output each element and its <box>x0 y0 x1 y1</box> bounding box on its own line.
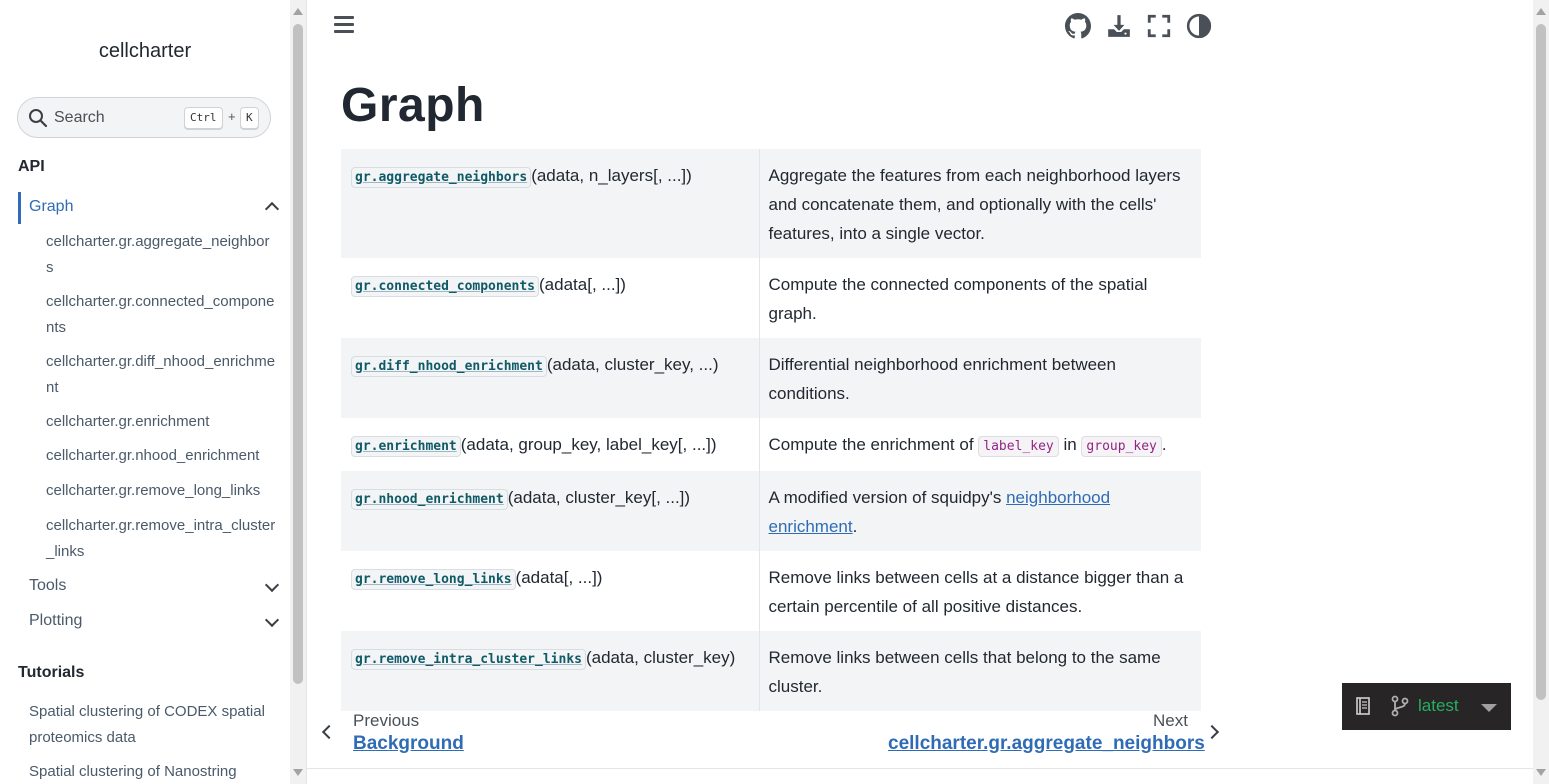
kbd-plus: + <box>228 109 236 124</box>
description-cell: Compute the enrichment of label_key in g… <box>759 418 1201 471</box>
page-scroll-thumb[interactable] <box>1536 24 1546 700</box>
version-flyout[interactable]: latest <box>1342 683 1511 730</box>
description-cell: Remove links between cells at a distance… <box>768 568 1184 616</box>
github-icon[interactable] <box>1065 13 1091 39</box>
sidebar-divider <box>306 0 307 784</box>
description-cell: A modified version of squidpy's neighbor… <box>759 471 1201 551</box>
download-icon[interactable] <box>1106 13 1132 39</box>
description-text: Compute the enrichment of <box>768 435 979 454</box>
description-text: . <box>1161 435 1167 454</box>
description-text: A modified version of squidpy's <box>768 488 1007 507</box>
signature-cell: gr.remove_long_links (adata[, ...]) <box>341 551 760 631</box>
scroll-down-arrow[interactable] <box>293 769 303 776</box>
function-link[interactable]: gr.diff_nhood_enrichment <box>351 356 547 377</box>
api-summary-table: gr.aggregate_neighbors (adata, n_layers[,… <box>341 149 1201 711</box>
table-row: gr.connected_components (adata[, ...]) Co… <box>341 258 1201 338</box>
description-text: . <box>852 517 858 536</box>
description-text: in <box>1058 435 1082 454</box>
sidebar-subitem[interactable]: cellcharter.gr.aggregate_neighbors <box>46 229 276 281</box>
prev-label: Previous <box>353 711 420 730</box>
function-args: (adata[, ...]) <box>515 568 603 587</box>
next-label: Next <box>1153 711 1188 730</box>
signature-cell: gr.remove_intra_cluster_links (adata, clu… <box>341 631 760 711</box>
scroll-up-arrow[interactable] <box>1536 8 1546 15</box>
scroll-down-arrow[interactable] <box>1536 769 1546 776</box>
function-args: (adata[, ...]) <box>539 275 626 294</box>
description-cell: Remove links between cells that belong t… <box>768 648 1161 696</box>
next-page-link[interactable]: cellcharter.gr.aggregate_neighbors <box>888 733 1205 755</box>
function-link[interactable]: gr.remove_intra_cluster_links <box>351 649 586 670</box>
sidebar-subitem[interactable]: cellcharter.gr.enrichment <box>46 409 276 435</box>
fullscreen-icon[interactable] <box>1146 13 1172 39</box>
search-button[interactable]: Search Ctrl + K <box>17 97 271 138</box>
signature-cell: gr.aggregate_neighbors (adata, n_layers[,… <box>341 149 760 258</box>
tutorials-caption: Tutorials <box>18 664 85 681</box>
active-indicator <box>18 192 21 224</box>
version-label: latest <box>1418 696 1459 715</box>
git-branch-icon <box>1391 695 1409 717</box>
book-icon <box>1356 697 1370 715</box>
function-link[interactable]: gr.aggregate_neighbors <box>351 167 532 188</box>
chevron-right-icon[interactable] <box>1204 724 1220 740</box>
page-scrollbar[interactable] <box>1533 0 1549 784</box>
table-row: gr.nhood_enrichment (adata, cluster_key[,… <box>341 471 1201 551</box>
signature-cell: gr.enrichment (adata, group_key, label_ke… <box>341 418 760 471</box>
sidebar-item-tools[interactable]: Tools <box>29 577 66 595</box>
description-cell: Aggregate the features from each neighbo… <box>768 166 1181 243</box>
description-cell: Compute the connected components of the … <box>768 275 1148 323</box>
sidebar-item-graph[interactable]: Graph <box>18 192 282 224</box>
sidebar-item-tutorial[interactable]: Spatial clustering of Nanostring <box>29 759 279 784</box>
table-row: gr.remove_long_links (adata[, ...]) Remov… <box>341 551 1201 631</box>
sidebar-item-plotting[interactable]: Plotting <box>29 612 82 630</box>
sidebar-item-tutorial[interactable]: Spatial clustering of CODEX spatial prot… <box>29 699 279 751</box>
function-args: (adata, n_layers[, ...]) <box>531 166 692 185</box>
sidebar-item-graph-label: Graph <box>29 198 74 215</box>
sidebar: cellcharter Search Ctrl + K API Graph ce… <box>0 0 290 784</box>
search-icon <box>29 109 48 128</box>
table-row: gr.enrichment (adata, group_key, label_ke… <box>341 418 1201 471</box>
description-cell: Differential neighborhood enrichment bet… <box>768 355 1116 403</box>
function-link[interactable]: gr.enrichment <box>351 436 461 457</box>
function-args: (adata, group_key, label_key[, ...]) <box>460 435 717 454</box>
inline-code: group_key <box>1081 436 1162 457</box>
sidebar-subitem[interactable]: cellcharter.gr.remove_intra_cluster_link… <box>46 513 276 565</box>
function-args: (adata, cluster_key[, ...]) <box>507 488 691 507</box>
sidebar-subitem[interactable]: cellcharter.gr.nhood_enrichment <box>46 443 276 469</box>
caret-down-icon <box>1481 704 1497 712</box>
signature-cell: gr.diff_nhood_enrichment (adata, cluster_… <box>341 338 760 418</box>
function-args: (adata, cluster_key) <box>585 648 736 667</box>
footer-divider <box>307 768 1535 769</box>
chevron-up-icon[interactable] <box>264 201 280 217</box>
function-link[interactable]: gr.remove_long_links <box>351 569 516 590</box>
function-link[interactable]: gr.nhood_enrichment <box>351 489 508 510</box>
sidebar-subitem[interactable]: cellcharter.gr.diff_nhood_enrichment <box>46 349 276 401</box>
table-row: gr.remove_intra_cluster_links (adata, clu… <box>341 631 1201 711</box>
function-link[interactable]: gr.connected_components <box>351 276 540 297</box>
chevron-down-icon[interactable] <box>264 577 280 593</box>
kbd-ctrl: Ctrl <box>184 107 223 129</box>
signature-cell: gr.connected_components (adata[, ...]) <box>341 258 760 338</box>
sidebar-subitem[interactable]: cellcharter.gr.remove_long_links <box>46 478 276 504</box>
prev-page-link[interactable]: Background <box>353 733 464 755</box>
signature-cell: gr.nhood_enrichment (adata, cluster_key[,… <box>341 471 760 551</box>
theme-toggle-icon[interactable] <box>1186 13 1212 39</box>
scroll-up-arrow[interactable] <box>293 8 303 15</box>
sidebar-scrollbar[interactable] <box>290 0 306 784</box>
chevron-down-icon[interactable] <box>264 612 280 628</box>
kbd-k: K <box>240 107 259 129</box>
menu-button[interactable] <box>334 16 354 36</box>
inline-code: label_key <box>978 436 1059 457</box>
search-placeholder: Search <box>54 109 105 126</box>
table-row: gr.diff_nhood_enrichment (adata, cluster_… <box>341 338 1201 418</box>
function-args: (adata, cluster_key, ...) <box>546 355 719 374</box>
api-caption: API <box>18 158 45 175</box>
sidebar-brand[interactable]: cellcharter <box>0 40 290 63</box>
sidebar-scroll-thumb[interactable] <box>293 24 303 684</box>
sidebar-subitem[interactable]: cellcharter.gr.connected_components <box>46 289 276 341</box>
table-row: gr.aggregate_neighbors (adata, n_layers[,… <box>341 149 1201 258</box>
page-title: Graph <box>341 79 485 132</box>
chevron-left-icon[interactable] <box>321 724 337 740</box>
